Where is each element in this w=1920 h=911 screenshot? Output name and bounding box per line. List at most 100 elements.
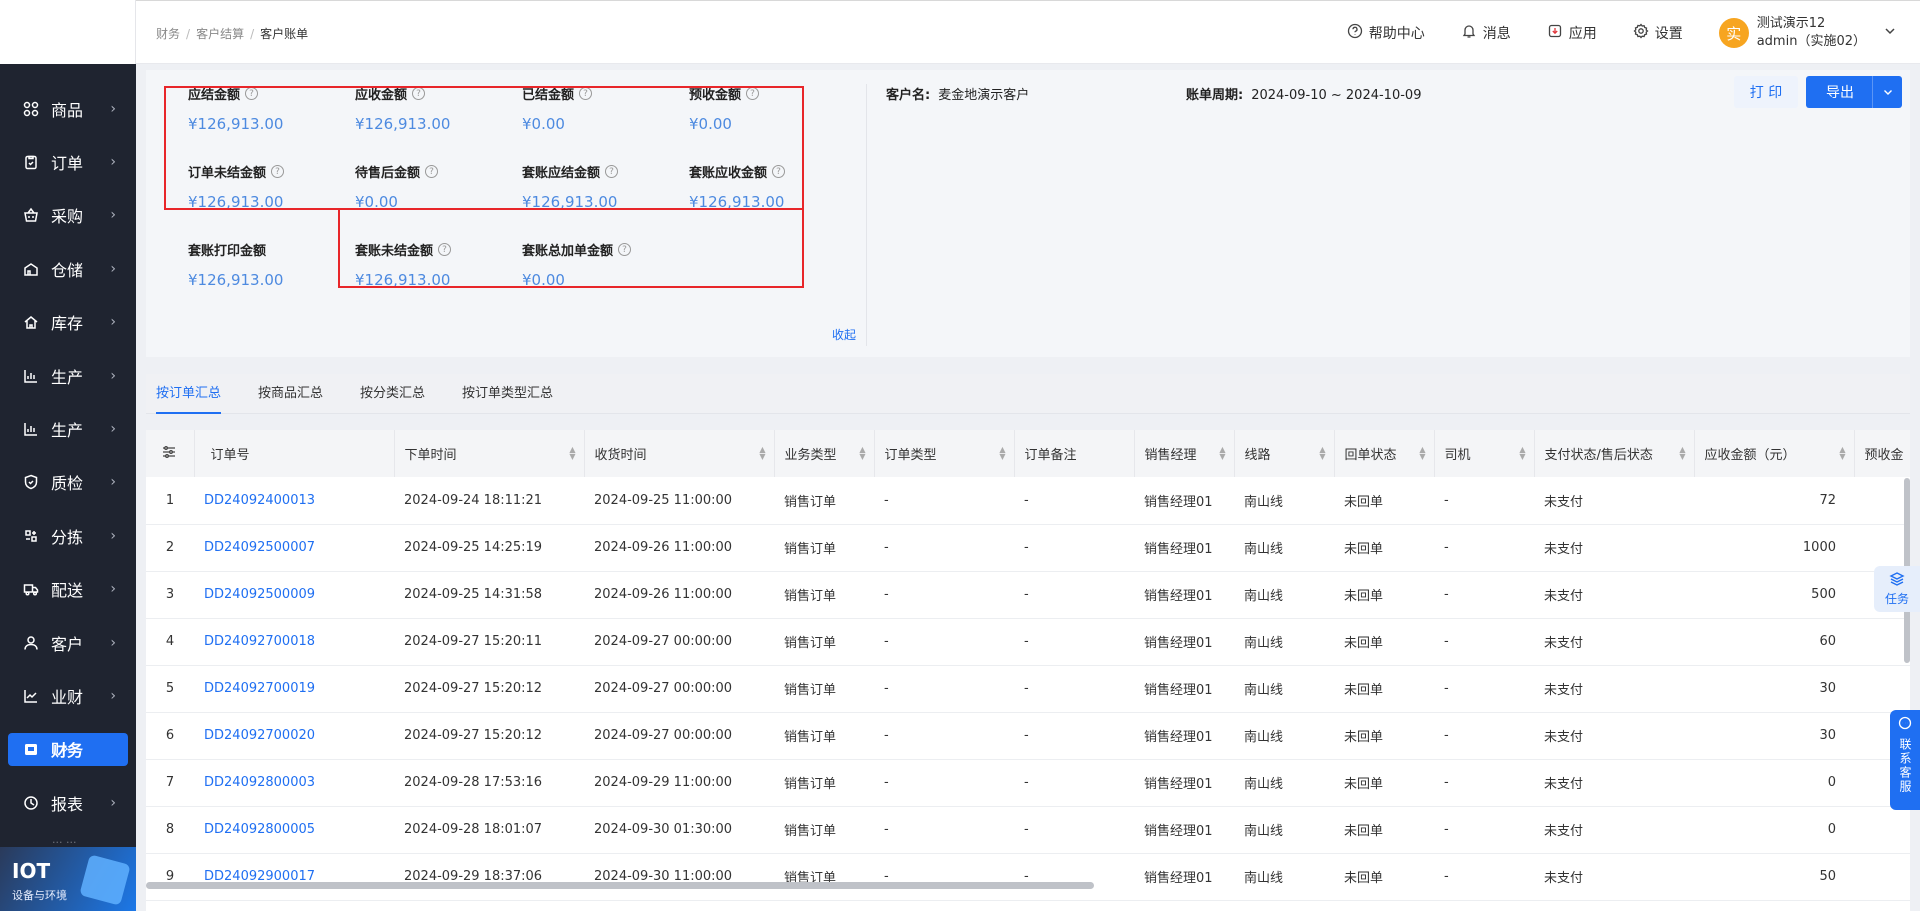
table-row[interactable]: 8 DD24092800005 2024-09-28 18:01:07 2024-09… — [146, 806, 1910, 853]
messages-button[interactable]: 消息 — [1461, 23, 1511, 43]
sidebar-item-biz-finance[interactable]: 业财 › — [0, 669, 136, 722]
apps-button[interactable]: 应用 — [1547, 23, 1597, 43]
driver: - — [1444, 869, 1449, 884]
sidebar-item-production-1[interactable]: 生产 › — [0, 349, 136, 402]
collapse-link[interactable]: 收起 — [832, 326, 856, 343]
table-row[interactable]: 1 DD24092400013 2024-09-24 18:11:21 2024-09… — [146, 477, 1910, 524]
table-row[interactable]: 2 DD24092500007 2024-09-25 14:25:19 2024-09… — [146, 524, 1910, 571]
order-number-link[interactable]: DD24092900017 — [194, 853, 394, 900]
column-header-label: 线路 — [1244, 448, 1271, 463]
sort-icon[interactable]: ▲ ▼ — [1519, 446, 1525, 461]
column-header-label: 预收金 — [1864, 448, 1904, 463]
column-header-order-no[interactable]: 订单号 — [194, 430, 395, 477]
table-row[interactable]: 9 DD24092900017 2024-09-29 18:37:06 2024-09… — [146, 853, 1910, 900]
sidebar-menu: 商品 › 订单 › 采购 › 仓储 › 库存 › 生产 › 生产 › 质检 › … — [0, 64, 136, 849]
receipt-status: 未回单 — [1344, 494, 1384, 510]
order-number-link[interactable]: DD24092500007 — [194, 524, 394, 571]
tab-by-product[interactable]: 按商品汇总 — [258, 374, 323, 414]
sidebar-item-customers[interactable]: 客户 › — [0, 616, 136, 669]
order-number-link[interactable]: DD24092500009 — [194, 571, 394, 618]
breadcrumb-customer-settlement[interactable]: 客户结算 — [196, 27, 244, 41]
iot-banner[interactable]: IOT 设备与环境 — [0, 847, 136, 911]
column-header-label: 收货时间 — [594, 448, 647, 463]
help-center-button[interactable]: 帮助中心 — [1347, 23, 1425, 43]
column-header-pay-status[interactable]: 支付状态/售后状态 ▲ ▼ — [1534, 430, 1695, 477]
breadcrumb-finance[interactable]: 财务 — [156, 27, 180, 41]
receivable-amount: 0 — [1827, 775, 1836, 790]
chart-icon — [22, 367, 40, 385]
receivable-amount: 60 — [1819, 634, 1836, 649]
sort-icon[interactable]: ▲ ▼ — [569, 446, 575, 461]
horizontal-scrollbar[interactable] — [146, 882, 1094, 889]
settings-button[interactable]: 设置 — [1633, 23, 1683, 43]
column-header-prepaid[interactable]: 预收金 — [1854, 430, 1910, 477]
iot-cube-icon — [79, 854, 131, 906]
user-menu[interactable]: 实 测试演示12 admin（实施02） — [1718, 15, 1896, 51]
sort-icon[interactable]: ▲ ▼ — [1219, 446, 1225, 461]
sort-icon[interactable]: ▲ ▼ — [1419, 446, 1425, 461]
order-number-link[interactable]: DD24092800005 — [194, 806, 394, 853]
export-button[interactable]: 导出 — [1806, 76, 1902, 108]
sidebar-item-warehouse[interactable]: 仓储 › — [0, 242, 136, 295]
sidebar-item-orders[interactable]: 订单 › — [0, 135, 136, 188]
column-header-order-type[interactable]: 订单类型 ▲ ▼ — [874, 430, 1015, 477]
sort-icon[interactable]: ▲ ▼ — [1679, 446, 1685, 461]
period-value: 2024-09-10 ~ 2024-10-09 — [1251, 88, 1422, 103]
sidebar-item-reports[interactable]: 报表 › — [0, 776, 136, 829]
iot-subtitle: 设备与环境 — [12, 889, 67, 902]
order-number-link[interactable]: DD24092700020 — [194, 712, 394, 759]
sidebar-item-goods[interactable]: 商品 › — [0, 82, 136, 135]
table-row[interactable]: 6 DD24092700020 2024-09-27 15:20:12 2024-09… — [146, 712, 1910, 759]
contact-service-button[interactable]: 联系客服 — [1890, 710, 1920, 810]
column-header-order-time[interactable]: 下单时间 ▲ ▼ — [394, 430, 585, 477]
biz-type: 销售订单 — [784, 824, 837, 839]
sort-icon[interactable]: ▲ ▼ — [759, 446, 765, 461]
column-header-manager[interactable]: 销售经理 ▲ ▼ — [1134, 430, 1235, 477]
chevron-down-icon[interactable] — [1872, 76, 1902, 108]
sort-icon[interactable]: ▲ ▼ — [1839, 446, 1845, 461]
column-header-route[interactable]: 线路 ▲ ▼ — [1234, 430, 1335, 477]
column-header-remark[interactable]: 订单备注 — [1014, 430, 1135, 477]
table-row[interactable]: 4 DD24092700018 2024-09-27 15:20:11 2024-09… — [146, 618, 1910, 665]
task-button[interactable]: 任务 — [1874, 566, 1920, 612]
pay-status: 未支付 — [1544, 542, 1584, 557]
table-row[interactable]: 5 DD24092700019 2024-09-27 15:20:12 2024-09… — [146, 665, 1910, 712]
order-number-link[interactable]: DD24092800003 — [194, 759, 394, 806]
order-number-link[interactable]: DD24092700019 — [194, 665, 394, 712]
column-header-biz-type[interactable]: 业务类型 ▲ ▼ — [774, 430, 875, 477]
column-header-amount[interactable]: 应收金额（元） ▲ ▼ — [1694, 430, 1855, 477]
table-row[interactable]: 7 DD24092800003 2024-09-28 17:53:16 2024-09… — [146, 759, 1910, 806]
driver: - — [1444, 775, 1449, 790]
tab-by-order[interactable]: 按订单汇总 — [156, 374, 222, 414]
table-row[interactable]: 3 DD24092500009 2024-09-25 14:31:58 2024-09… — [146, 571, 1910, 618]
order-number-link[interactable]: DD24092400013 — [194, 477, 394, 524]
tab-by-category[interactable]: 按分类汇总 — [360, 374, 425, 414]
sort-icon[interactable]: ▲ ▼ — [1319, 446, 1325, 461]
column-header-receive-time[interactable]: 收货时间 ▲ ▼ — [584, 430, 775, 477]
column-header-driver[interactable]: 司机 ▲ ▼ — [1434, 430, 1535, 477]
sidebar-item-finance[interactable]: 财务 › — [0, 723, 136, 776]
driver: - — [1444, 681, 1449, 696]
order-remark: - — [1024, 775, 1029, 790]
sidebar-item-purchase[interactable]: 采购 › — [0, 189, 136, 242]
column-settings[interactable] — [146, 430, 195, 477]
sort-icon[interactable]: ▲ ▼ — [999, 446, 1005, 461]
sidebar-item-sorting[interactable]: 分拣 › — [0, 509, 136, 562]
amount-label-text: 套账打印金额 — [188, 244, 267, 259]
table-header-row: 订单号 下单时间 ▲ ▼ 收货时间 ▲ ▼ 业务类型 ▲ ▼ 订单类型 ▲ ▼ 订单备注 销售经… — [146, 430, 1910, 477]
sales-manager: 销售经理01 — [1144, 589, 1213, 604]
sidebar-item-delivery[interactable]: 配送 › — [0, 563, 136, 616]
column-header-receipt-status[interactable]: 回单状态 ▲ ▼ — [1334, 430, 1435, 477]
pay-status: 未支付 — [1544, 730, 1584, 745]
sidebar-item-inventory[interactable]: 库存 › — [0, 296, 136, 349]
tab-by-order-type[interactable]: 按订单类型汇总 — [462, 374, 553, 414]
order-number-link[interactable]: DD24092700018 — [194, 618, 394, 665]
sidebar-item-quality[interactable]: 质检 › — [0, 456, 136, 509]
iot-title: IOT — [12, 859, 51, 883]
print-button[interactable]: 打 印 — [1734, 76, 1798, 108]
sort-icon[interactable]: ▲ ▼ — [859, 446, 865, 461]
order-time: 2024-09-24 18:11:21 — [404, 492, 543, 508]
basket-icon — [22, 206, 40, 224]
sidebar-item-production-2[interactable]: 生产 › — [0, 402, 136, 455]
row-index: 8 — [165, 822, 175, 837]
